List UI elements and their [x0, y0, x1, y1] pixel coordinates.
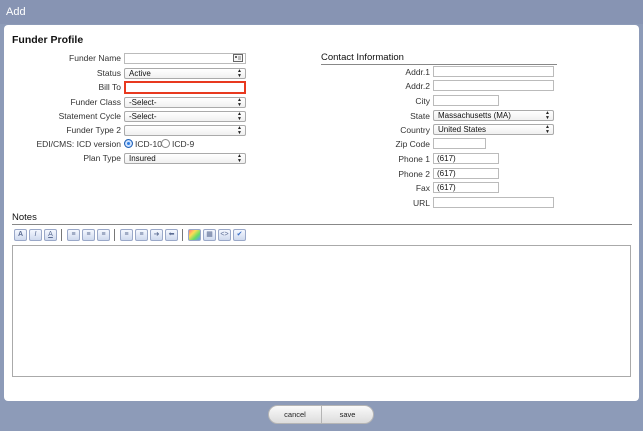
- plan-type-value: Insured: [129, 154, 156, 163]
- funder-type2-label: Funder Type 2: [66, 125, 121, 135]
- addr1-label: Addr.1: [405, 67, 430, 77]
- statement-cycle-value: -Select-: [129, 112, 157, 121]
- notes-editor[interactable]: [12, 245, 631, 377]
- select-arrows-icon: ▲ ▼: [545, 110, 550, 121]
- bullet-list-icon[interactable]: ≡: [120, 229, 133, 241]
- statement-cycle-label: Statement Cycle: [58, 111, 121, 121]
- footer-button-group: cancel save: [268, 405, 374, 424]
- city-label: City: [415, 96, 430, 106]
- select-arrows-icon: ▲ ▼: [237, 111, 242, 122]
- source-code-icon[interactable]: <>: [218, 229, 231, 241]
- window-title: Add: [0, 0, 643, 24]
- funder-name-label: Funder Name: [69, 53, 121, 63]
- select-arrows-icon: ▲ ▼: [237, 68, 242, 79]
- align-right-icon[interactable]: ≡: [97, 229, 110, 241]
- save-button[interactable]: save: [322, 406, 373, 423]
- icd-version-label: EDI/CMS: ICD version: [36, 139, 121, 149]
- icd10-label: ICD-10: [135, 139, 162, 149]
- plan-type-label: Plan Type: [83, 153, 121, 163]
- phone1-label: Phone 1: [398, 154, 430, 164]
- align-center-icon[interactable]: ≡: [82, 229, 95, 241]
- url-label: URL: [412, 198, 430, 208]
- underline-button[interactable]: A: [44, 229, 57, 241]
- numbered-list-icon[interactable]: ≡: [135, 229, 148, 241]
- funder-type2-select[interactable]: ▲ ▼: [124, 125, 246, 136]
- table-icon[interactable]: ▦: [203, 229, 216, 241]
- bill-to-label: Bill To: [98, 82, 121, 92]
- zip-input[interactable]: [433, 138, 486, 149]
- contact-card-icon[interactable]: [233, 54, 243, 62]
- bold-button[interactable]: A: [14, 229, 27, 241]
- plan-type-select[interactable]: Insured ▲ ▼: [124, 153, 246, 164]
- toolbar-divider: [114, 229, 115, 241]
- statement-cycle-select[interactable]: -Select- ▲ ▼: [124, 111, 246, 122]
- icd9-radio[interactable]: [161, 139, 170, 148]
- funder-profile-title: Funder Profile: [12, 34, 84, 46]
- contact-info-title: Contact Information: [321, 52, 557, 65]
- fax-input[interactable]: (617): [433, 182, 499, 193]
- funder-class-value: -Select-: [129, 98, 157, 107]
- italic-button[interactable]: I: [29, 229, 42, 241]
- bill-to-input[interactable]: [124, 81, 246, 94]
- form-panel: Funder Profile Funder Name Status Active…: [4, 25, 639, 401]
- icd10-radio[interactable]: [124, 139, 133, 148]
- addr1-input[interactable]: [433, 66, 554, 77]
- toolbar-divider: [182, 229, 183, 241]
- addr2-input[interactable]: [433, 80, 554, 91]
- state-label: State: [410, 111, 430, 121]
- spellcheck-icon[interactable]: ✔: [233, 229, 246, 241]
- cancel-button[interactable]: cancel: [269, 406, 322, 423]
- status-value: Active: [129, 69, 151, 78]
- country-label: Country: [400, 125, 430, 135]
- phone1-input[interactable]: (617): [433, 153, 499, 164]
- color-picker-icon[interactable]: [188, 229, 201, 241]
- funder-class-label: Funder Class: [70, 97, 121, 107]
- toolbar-divider: [61, 229, 62, 241]
- select-arrows-icon: ▲ ▼: [237, 153, 242, 164]
- phone2-input[interactable]: (617): [433, 168, 499, 179]
- country-value: United States: [438, 125, 487, 134]
- select-arrows-icon: ▲ ▼: [237, 97, 242, 108]
- icd9-label: ICD-9: [172, 139, 195, 149]
- zip-label: Zip Code: [395, 139, 431, 149]
- state-select[interactable]: Massachusetts (MA) ▲ ▼: [433, 110, 554, 121]
- outdent-icon[interactable]: ⬅: [165, 229, 178, 241]
- city-input[interactable]: [433, 95, 499, 106]
- funder-name-input[interactable]: [124, 53, 246, 64]
- select-arrows-icon: ▲ ▼: [545, 124, 550, 135]
- status-select[interactable]: Active ▲ ▼: [124, 68, 246, 79]
- align-left-icon[interactable]: ≡: [67, 229, 80, 241]
- state-value: Massachusetts (MA): [438, 111, 511, 120]
- addr2-label: Addr.2: [405, 81, 430, 91]
- phone2-label: Phone 2: [398, 169, 430, 179]
- url-input[interactable]: [433, 197, 554, 208]
- funder-class-select[interactable]: -Select- ▲ ▼: [124, 97, 246, 108]
- notes-title: Notes: [12, 212, 632, 225]
- select-arrows-icon: ▲ ▼: [237, 125, 242, 136]
- status-label: Status: [96, 68, 121, 78]
- indent-icon[interactable]: ➜: [150, 229, 163, 241]
- country-select[interactable]: United States ▲ ▼: [433, 124, 554, 135]
- fax-label: Fax: [415, 183, 430, 193]
